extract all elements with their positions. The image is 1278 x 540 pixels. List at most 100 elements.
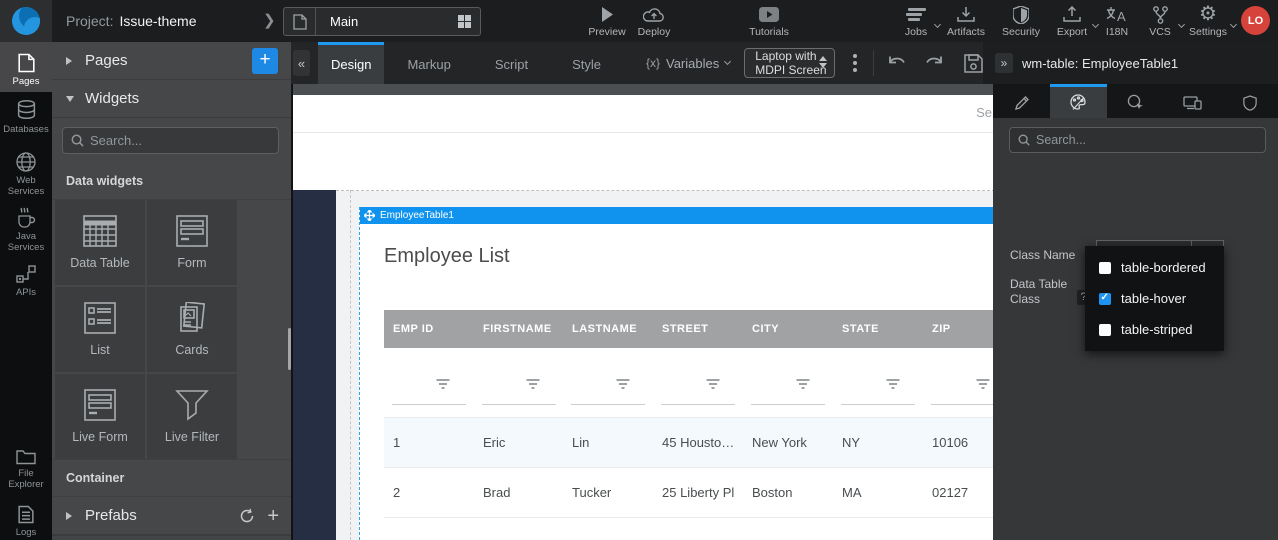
- page-content[interactable]: EmployeeTable1 Employee List EMP ID FIRS…: [293, 133, 993, 540]
- prefabs-section-header[interactable]: Prefabs +: [52, 497, 291, 535]
- option-table-hover[interactable]: table-hover: [1085, 283, 1224, 314]
- security-button[interactable]: Security: [996, 0, 1046, 42]
- widget-tile-list[interactable]: List: [55, 287, 145, 372]
- tab-devices[interactable]: [1164, 84, 1221, 118]
- filter-input[interactable]: [661, 404, 735, 405]
- pages-grid-icon[interactable]: [458, 15, 471, 28]
- add-prefab-icon[interactable]: +: [267, 507, 279, 525]
- undo-icon[interactable]: [886, 54, 908, 72]
- widget-search-input[interactable]: [90, 133, 240, 148]
- style-inspector: Class Name Data Table Class ?: [993, 84, 1278, 540]
- tab-style[interactable]: Style: [559, 42, 614, 84]
- table-row[interactable]: 1 Eric Lin 45 Housto… New York NY 10106: [384, 418, 993, 468]
- variables-button[interactable]: {x} Variables: [646, 42, 730, 84]
- checkbox-unchecked[interactable]: [1099, 262, 1111, 274]
- add-page-button[interactable]: +: [252, 48, 278, 74]
- user-avatar[interactable]: LO: [1241, 6, 1270, 35]
- deploy-button[interactable]: Deploy: [630, 0, 678, 42]
- filter-input[interactable]: [482, 404, 556, 405]
- collapse-left-panel-button[interactable]: «: [293, 50, 310, 76]
- checkbox-checked[interactable]: [1099, 293, 1111, 305]
- export-button[interactable]: Export: [1050, 0, 1094, 42]
- option-table-striped[interactable]: table-striped: [1085, 314, 1224, 345]
- more-options-button[interactable]: [853, 54, 857, 72]
- log-document-icon: [18, 505, 34, 524]
- widget-tile-cards[interactable]: Cards: [147, 287, 237, 372]
- page-tab-main[interactable]: Main: [283, 7, 481, 36]
- editor-tabs: Design Markup Script Style: [318, 42, 614, 84]
- i18n-button[interactable]: A I18N: [1098, 0, 1136, 42]
- device-select[interactable]: Laptop with MDPI Screen: [744, 48, 835, 78]
- tab-design[interactable]: Design: [318, 42, 384, 84]
- database-icon: [17, 100, 36, 121]
- widget-tile-data-table[interactable]: Data Table: [55, 200, 145, 285]
- table-cell: Lin: [572, 418, 589, 468]
- tab-events[interactable]: [1107, 84, 1164, 118]
- tab-markup[interactable]: Markup: [394, 42, 463, 84]
- page-structure-row[interactable]: Page Structure: [52, 535, 291, 540]
- rail-item-pages[interactable]: Pages: [0, 42, 52, 92]
- filter-input[interactable]: [571, 404, 645, 405]
- widget-selection-bar[interactable]: EmployeeTable1: [360, 207, 993, 224]
- rail-item-web-services[interactable]: Web Services: [0, 152, 52, 197]
- rail-item-databases[interactable]: Databases: [0, 100, 52, 135]
- checkbox-unchecked[interactable]: [1099, 324, 1111, 336]
- preview-button[interactable]: Preview: [584, 0, 630, 42]
- globe-icon: [16, 152, 36, 172]
- widget-tile-form[interactable]: Form: [147, 200, 237, 285]
- save-icon[interactable]: [964, 54, 983, 73]
- rail-item-java-services[interactable]: Java Services: [0, 207, 52, 253]
- design-canvas[interactable]: Se EmployeeTable1 Employee List EMP ID F…: [291, 84, 993, 540]
- column-header[interactable]: STREET: [662, 310, 708, 348]
- column-header[interactable]: LASTNAME: [572, 310, 637, 348]
- rail-item-logs[interactable]: Logs: [0, 505, 52, 538]
- artifacts-button[interactable]: Artifacts: [940, 0, 992, 42]
- chevron-right-icon[interactable]: ❯: [263, 11, 276, 29]
- filter-input[interactable]: [841, 404, 915, 405]
- tutorials-button[interactable]: Tutorials: [740, 0, 798, 42]
- vcs-button[interactable]: VCS: [1140, 0, 1180, 42]
- widget-search: [62, 127, 279, 154]
- app-logo[interactable]: [0, 0, 52, 42]
- tab-properties[interactable]: [993, 84, 1050, 118]
- filter-input[interactable]: [751, 404, 825, 405]
- tab-styles[interactable]: [1050, 84, 1107, 118]
- filter-input[interactable]: [931, 404, 993, 405]
- settings-button[interactable]: ⚙ Settings: [1184, 0, 1232, 42]
- widget-tile-live-filter[interactable]: Live Filter: [147, 374, 237, 459]
- page-left-nav[interactable]: [293, 190, 336, 540]
- expand-panel-button[interactable]: »: [995, 53, 1013, 73]
- option-table-bordered[interactable]: table-bordered: [1085, 252, 1224, 283]
- funnel-icon: [175, 389, 209, 421]
- table-widget-card[interactable]: EmployeeTable1 Employee List EMP ID FIRS…: [359, 207, 993, 540]
- play-icon: [599, 5, 615, 24]
- rail-item-file-explorer[interactable]: File Explorer: [0, 448, 52, 490]
- page-navbar: [293, 84, 993, 95]
- download-icon: [957, 5, 975, 24]
- shield-outline-icon: [1243, 95, 1257, 111]
- tab-security[interactable]: [1221, 84, 1278, 118]
- column-header[interactable]: FIRSTNAME: [483, 310, 552, 348]
- jobs-button[interactable]: Jobs: [896, 0, 936, 42]
- property-search: [1009, 127, 1266, 153]
- widgets-section-header[interactable]: Widgets: [52, 80, 291, 118]
- column-header[interactable]: CITY: [752, 310, 779, 348]
- column-header[interactable]: EMP ID: [393, 310, 434, 348]
- column-header[interactable]: ZIP: [932, 310, 951, 348]
- table-row[interactable]: 2 Brad Tucker 25 Liberty Pl Boston MA 02…: [384, 468, 993, 518]
- canvas-toolbar: « Design Markup Script Style {x} Variabl…: [291, 42, 983, 84]
- pages-section-header[interactable]: Pages +: [52, 42, 291, 80]
- widget-tile-live-form[interactable]: Live Form: [55, 374, 145, 459]
- filter-input[interactable]: [392, 404, 466, 405]
- project-title: Issue-theme: [119, 13, 196, 29]
- collapsed-arrow-icon: [66, 512, 72, 520]
- page-search-text[interactable]: Se: [976, 105, 992, 120]
- property-search-input[interactable]: [1036, 133, 1216, 147]
- column-header[interactable]: STATE: [842, 310, 879, 348]
- tab-script[interactable]: Script: [482, 42, 541, 84]
- container-selection-border: [336, 190, 993, 191]
- rail-item-apis[interactable]: APIs: [0, 264, 52, 298]
- redo-icon[interactable]: [923, 54, 945, 72]
- table-title: Employee List: [384, 245, 510, 268]
- devices-icon: [1183, 95, 1202, 110]
